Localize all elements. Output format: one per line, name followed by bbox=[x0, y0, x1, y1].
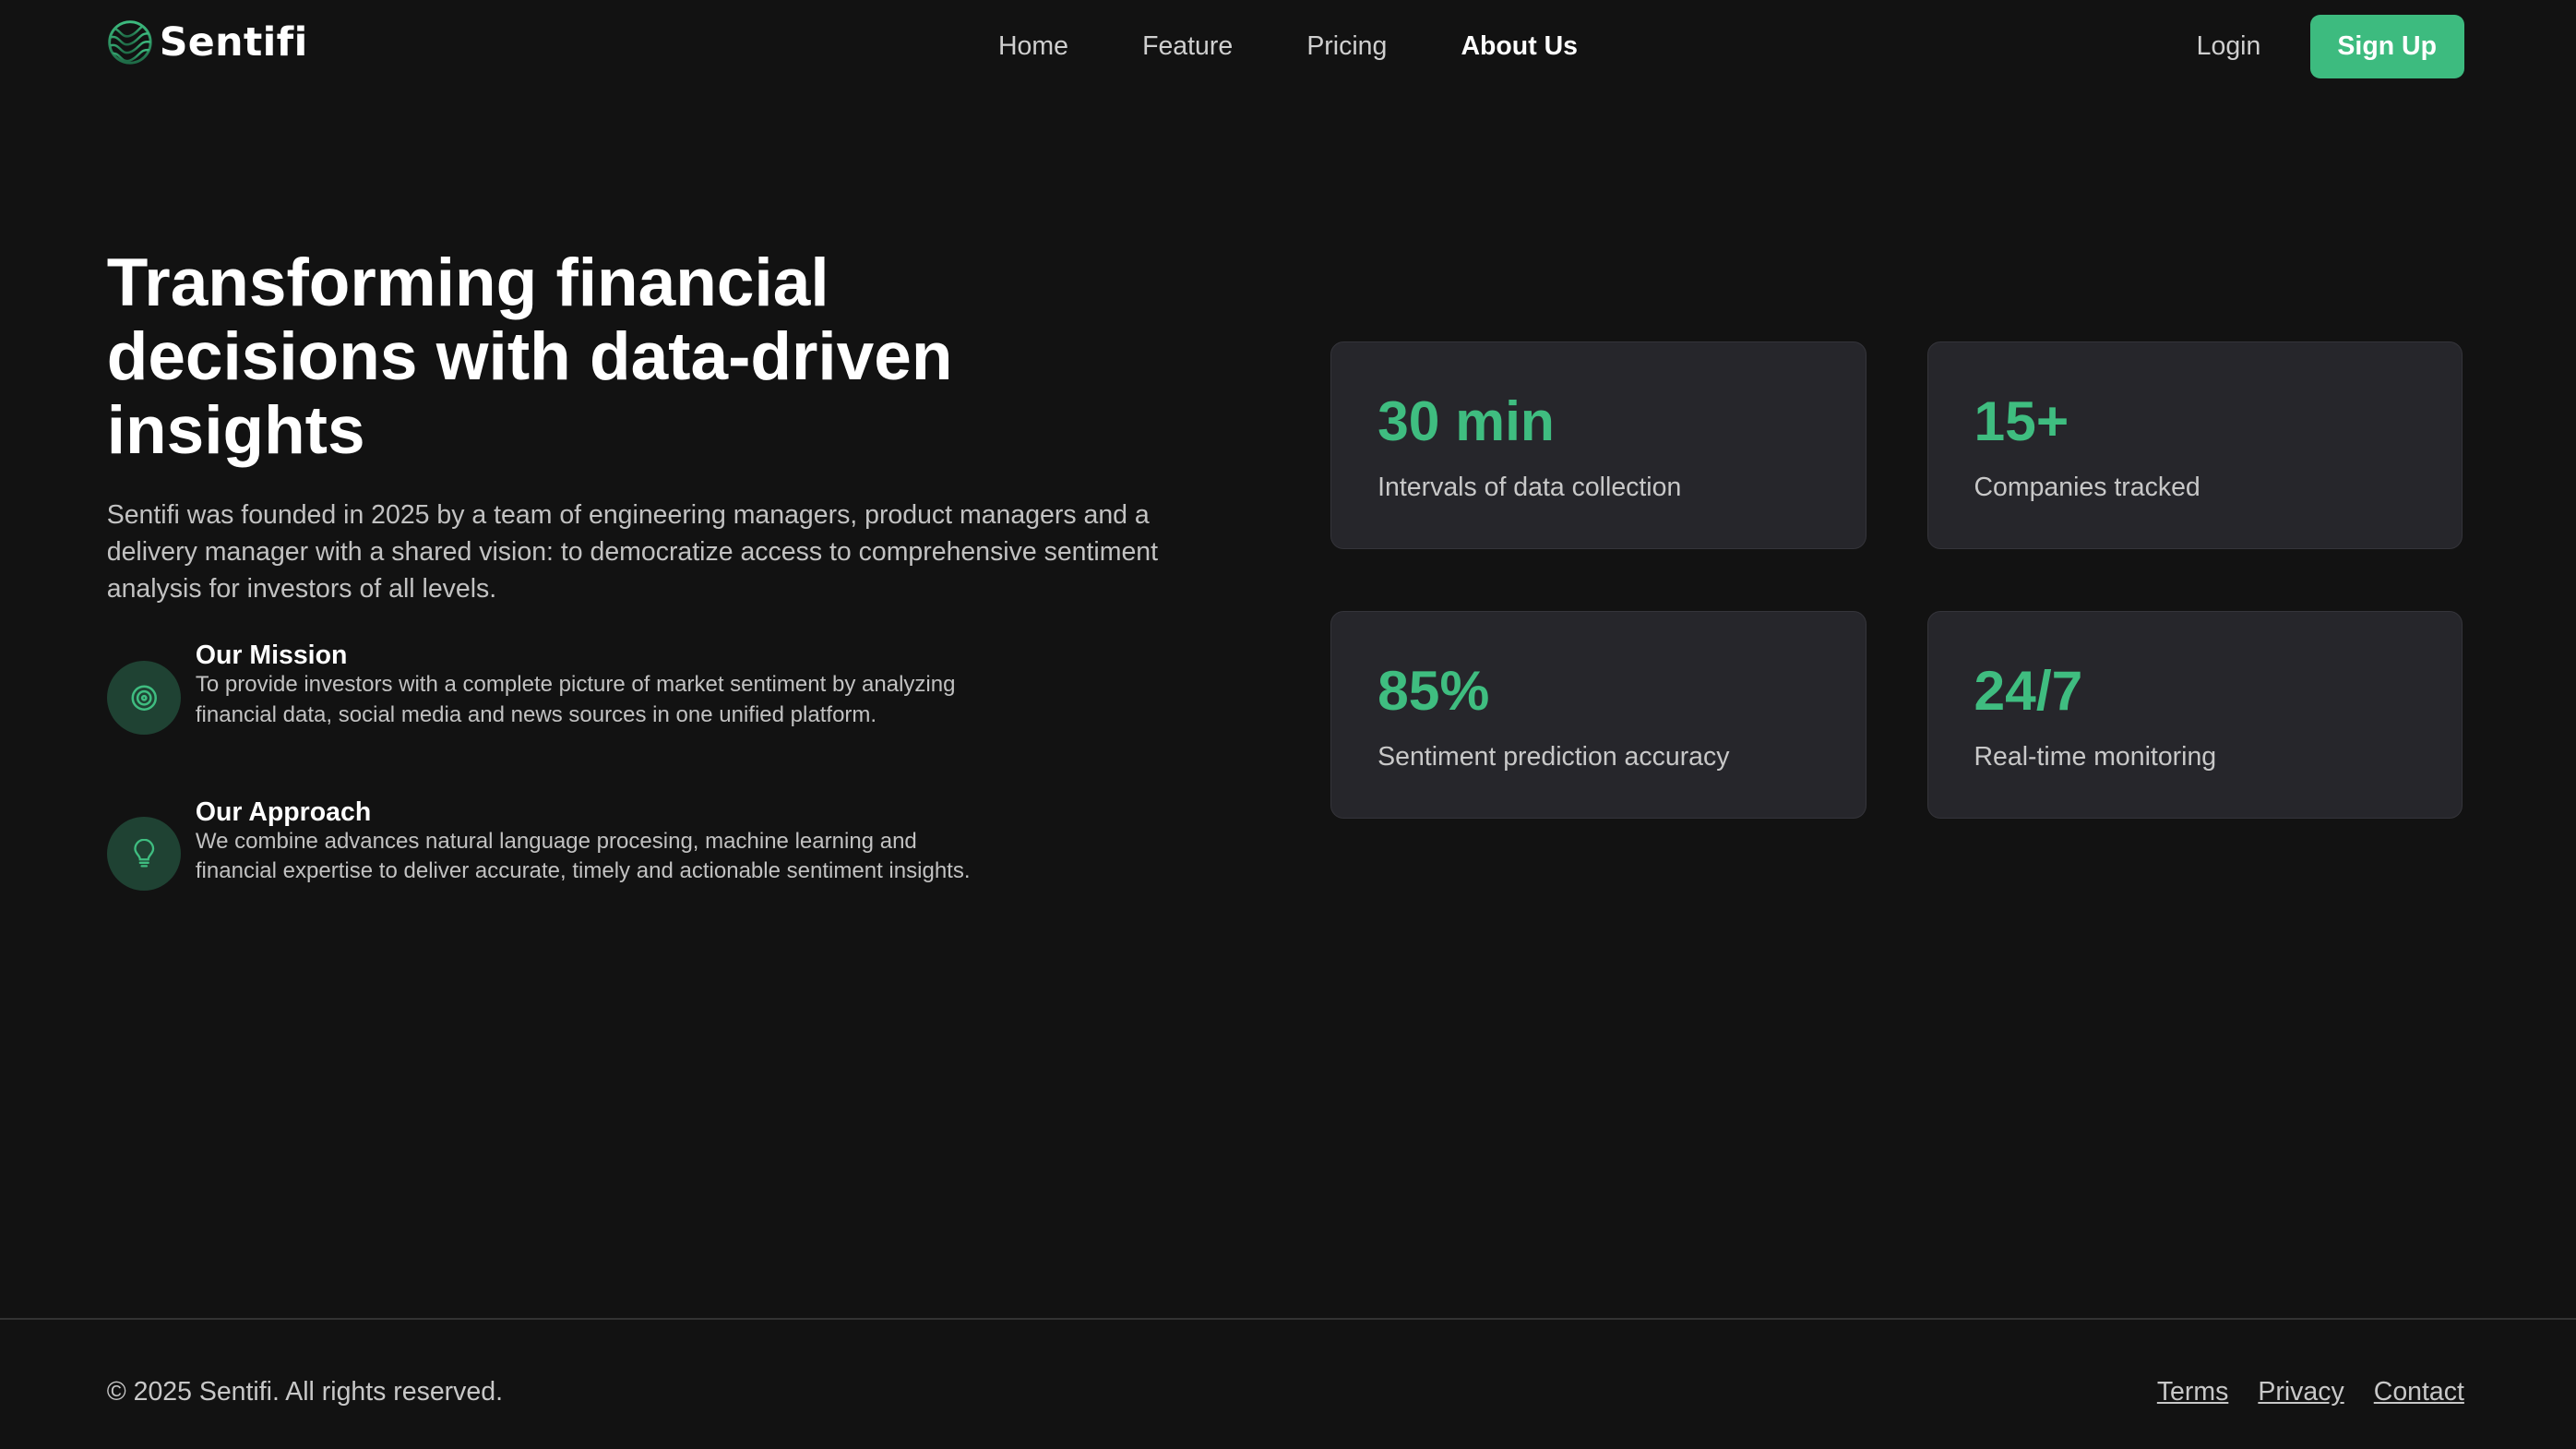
stat-card: 85% Sentiment prediction accuracy bbox=[1330, 611, 1866, 819]
footer-terms-link[interactable]: Terms bbox=[2157, 1377, 2229, 1407]
lightbulb-icon bbox=[106, 816, 181, 892]
stat-label: Sentiment prediction accuracy bbox=[1377, 742, 1730, 772]
nav-pricing[interactable]: Pricing bbox=[1306, 31, 1387, 62]
footer-contact-link[interactable]: Contact bbox=[2374, 1377, 2464, 1407]
nav-about-us[interactable]: About Us bbox=[1461, 31, 1578, 62]
stat-card: 30 min Intervals of data collection bbox=[1330, 341, 1866, 549]
copyright: © 2025 Sentifi. All rights reserved. bbox=[106, 1377, 503, 1407]
stat-label: Real-time monitoring bbox=[1974, 742, 2217, 772]
footer-links: Terms Privacy Contact bbox=[2157, 1377, 2464, 1407]
stat-label: Intervals of data collection bbox=[1377, 473, 1682, 503]
stat-value: 24/7 bbox=[1974, 659, 2083, 723]
mission-desc: To provide investors with a complete pic… bbox=[195, 672, 956, 727]
mission-title: Our Mission bbox=[195, 641, 348, 671]
footer-divider bbox=[0, 1318, 2576, 1320]
target-icon bbox=[106, 660, 181, 735]
stat-label: Companies tracked bbox=[1974, 473, 2200, 503]
approach-item: Our Approach We combine advances natural… bbox=[106, 796, 984, 892]
nav-links: Home Feature Pricing About Us bbox=[0, 31, 2576, 62]
approach-title: Our Approach bbox=[195, 796, 372, 827]
stat-card: 24/7 Real-time monitoring bbox=[1926, 611, 2463, 819]
stat-card: 15+ Companies tracked bbox=[1926, 341, 2463, 549]
mission-item: Our Mission To provide investors with a … bbox=[106, 641, 984, 735]
top-nav: Sentifi Home Feature Pricing About Us Lo… bbox=[0, 0, 2576, 95]
login-link[interactable]: Login bbox=[2197, 31, 2261, 62]
nav-feature[interactable]: Feature bbox=[1142, 31, 1233, 62]
nav-home[interactable]: Home bbox=[998, 31, 1068, 62]
sign-up-button[interactable]: Sign Up bbox=[2309, 15, 2464, 79]
stat-value: 85% bbox=[1377, 659, 1490, 723]
page-title: Transforming financial decisions with da… bbox=[106, 245, 953, 469]
stat-value: 15+ bbox=[1974, 389, 2069, 453]
approach-desc: We combine advances natural language pro… bbox=[195, 828, 971, 883]
intro-text: Sentifi was founded in 2025 by a team of… bbox=[106, 499, 1159, 604]
footer-privacy-link[interactable]: Privacy bbox=[2258, 1377, 2343, 1407]
stat-value: 30 min bbox=[1377, 389, 1555, 453]
